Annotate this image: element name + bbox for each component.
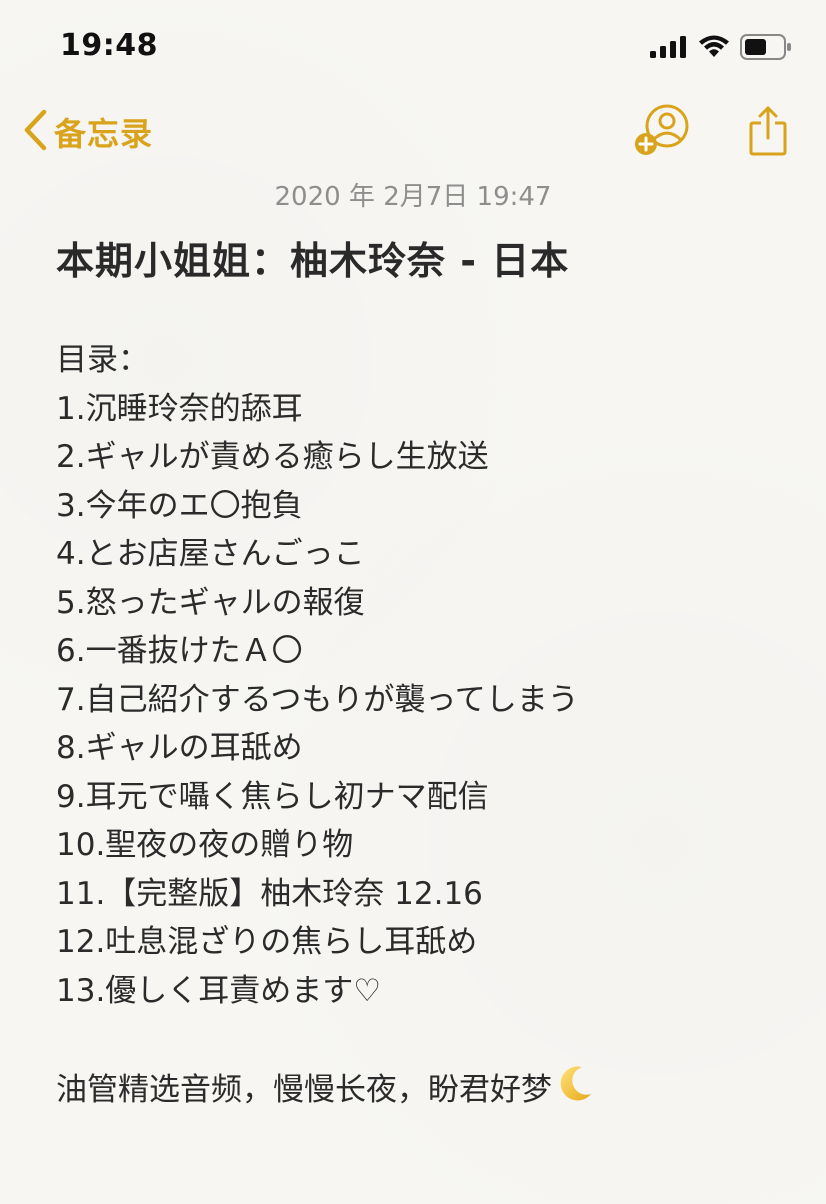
cellular-signal-icon — [650, 36, 688, 62]
back-label: 备忘录 — [54, 115, 154, 153]
list-item: 10.聖夜の夜の贈り物 — [56, 827, 354, 863]
list-item: 13.優しく耳責めます♡ — [56, 972, 382, 1009]
list-item: 11.【完整版】柚木玲奈 12.16 — [56, 875, 483, 912]
list-item: 8.ギャルの耳舐め — [56, 730, 303, 766]
status-time: 19:48 — [60, 28, 158, 63]
note-title: 本期小姐姐：柚木玲奈 - 日本 — [56, 239, 570, 283]
wifi-icon — [698, 35, 730, 63]
back-button[interactable]: 备忘录 — [22, 108, 153, 156]
list-item: 1.沉睡玲奈的舔耳 — [56, 390, 303, 427]
list-item: 3.今年のエ〇抱負 — [56, 487, 303, 524]
add-person-button[interactable] — [634, 104, 690, 162]
closing-text: 油管精选音频，慢慢长夜，盼君好梦 — [56, 1071, 552, 1108]
nav-bar: 备忘录 — [0, 100, 826, 164]
status-icons — [650, 34, 792, 64]
share-button[interactable] — [748, 105, 788, 161]
closing-line: 油管精选音频，慢慢长夜，盼君好梦 — [56, 1064, 796, 1113]
list-item: 5.怒ったギャルの報復 — [56, 584, 365, 621]
chevron-left-icon — [22, 108, 48, 156]
note-body[interactable]: 目录： 1.沉睡玲奈的舔耳 2.ギャルが責める癒らし生放送 3.今年のエ〇抱負 … — [56, 336, 796, 1112]
crescent-moon-icon — [554, 1064, 594, 1119]
nav-actions — [634, 104, 788, 162]
share-icon — [748, 105, 788, 161]
list-item: 6.一番抜けたＡ〇 — [56, 633, 303, 669]
list-item: 7.自己紹介するつもりが襲ってしまう — [56, 681, 579, 718]
list-item: 9.耳元で囁く焦らし初ナマ配信 — [56, 778, 489, 815]
add-person-icon — [634, 104, 690, 162]
note-date: 2020 年 2月7日 19:47 — [274, 182, 552, 212]
status-bar: 19:48 — [0, 0, 826, 96]
toc-heading: 目录： — [56, 342, 149, 378]
list-item: 2.ギャルが責める癒らし生放送 — [56, 439, 489, 475]
list-item: 12.吐息混ざりの焦らし耳舐め — [56, 924, 478, 960]
list-item: 4.とお店屋さんごっこ — [56, 536, 365, 572]
battery-icon — [740, 34, 792, 64]
